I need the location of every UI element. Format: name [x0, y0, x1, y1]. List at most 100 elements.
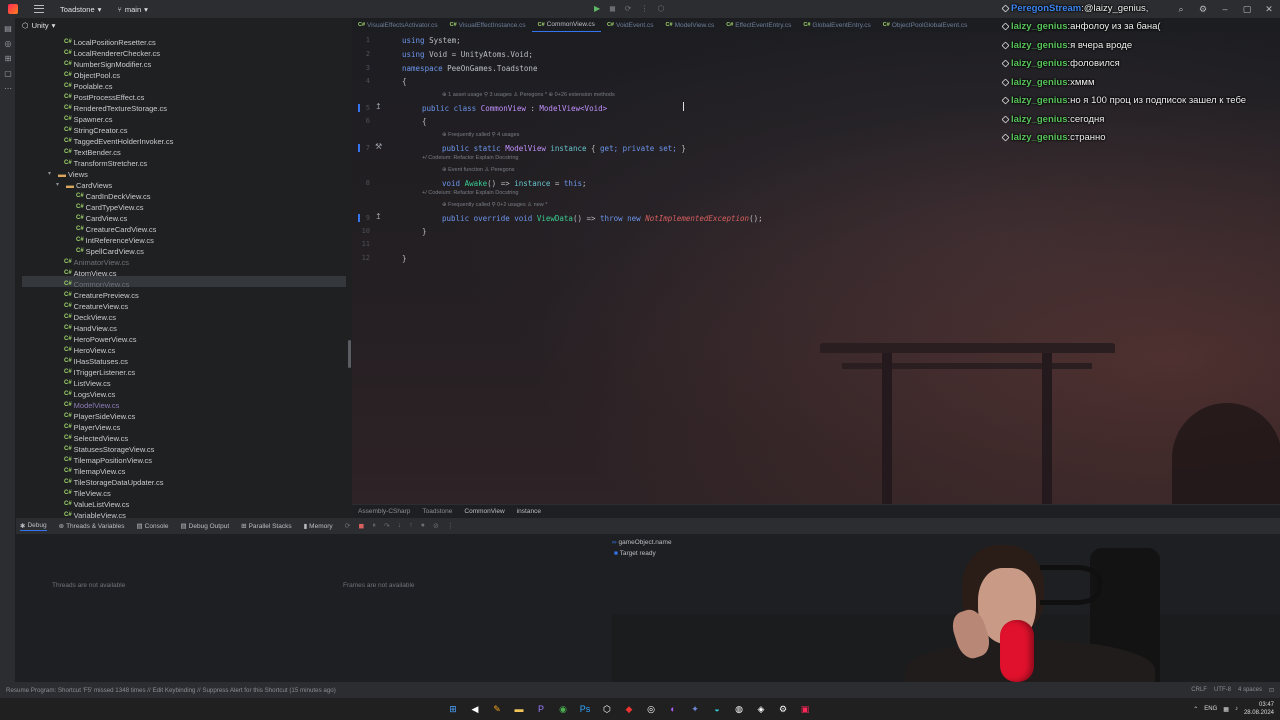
status-message[interactable]: Resume Program: Shortcut 'F5' missed 134…: [6, 687, 336, 694]
code-line-5[interactable]: public class CommonView : ModelView<Void…: [422, 104, 607, 113]
bookmarks-icon[interactable]: ▢: [0, 69, 16, 78]
tree-file[interactable]: C# TileStorageDataUpdater.cs: [64, 477, 163, 488]
more-icon[interactable]: ⋮: [447, 522, 454, 530]
tree-file[interactable]: C# ObjectPool.cs: [64, 70, 120, 81]
tree-file[interactable]: C# TaggedEventHolderInvoker.cs: [64, 136, 173, 147]
project-switcher[interactable]: Toadstone ▾: [52, 0, 109, 18]
implements-icon[interactable]: ↥: [375, 102, 382, 111]
tab-debug[interactable]: ✱ Debug: [20, 522, 47, 531]
rerun-icon[interactable]: ⟳: [345, 522, 351, 530]
tree-file[interactable]: C# PlayerView.cs: [64, 422, 120, 433]
tree-file[interactable]: C# PostProcessEffect.cs: [64, 92, 144, 103]
overrides-icon[interactable]: ↥: [375, 212, 382, 221]
tree-file[interactable]: C# ITriggerListener.cs: [64, 367, 135, 378]
app-icon[interactable]: ◆: [621, 701, 637, 717]
watch-item[interactable]: ∞ gameObject.name: [612, 539, 672, 546]
photoshop-icon[interactable]: Ps: [577, 701, 593, 717]
tree-folder[interactable]: ▾ ▬ Views: [48, 169, 88, 180]
tree-file[interactable]: C# TilemapView.cs: [64, 466, 125, 477]
tree-file[interactable]: C# PlayerSideView.cs: [64, 411, 135, 422]
commit-icon[interactable]: ◎: [0, 39, 16, 48]
app-icon[interactable]: ◈: [753, 701, 769, 717]
code-line-1[interactable]: using System;: [402, 36, 461, 45]
stop-icon[interactable]: ◼: [359, 522, 365, 530]
step-over-icon[interactable]: ↷: [384, 522, 390, 530]
editor-tab[interactable]: C# ObjectPoolGlobalEvent.cs: [877, 18, 974, 32]
tree-file[interactable]: C# StringCreator.cs: [64, 125, 127, 136]
branch-switcher[interactable]: ⑂ main ▾: [109, 0, 156, 18]
app-icon[interactable]: ◐: [665, 701, 681, 717]
tree-file[interactable]: C# ModelView.cs: [64, 400, 119, 411]
tab-console[interactable]: ▤ Console: [136, 522, 168, 531]
windows-start-icon[interactable]: ⊞: [445, 701, 461, 717]
tab-debug-output[interactable]: ▤ Debug Output: [181, 522, 230, 531]
tree-file[interactable]: C# SelectedView.cs: [64, 433, 128, 444]
clock[interactable]: 03:47 28.08.2024: [1244, 701, 1274, 717]
breadcrumb-namespace[interactable]: Toadstone: [416, 508, 458, 515]
tree-file[interactable]: C# SpellCardView.cs: [76, 246, 144, 257]
tree-file[interactable]: C# LocalPositionResetter.cs: [64, 37, 156, 48]
editor-tab[interactable]: C# ModelView.cs: [660, 18, 721, 32]
tree-file[interactable]: C# CreatureCardView.cs: [76, 224, 156, 235]
editor-tab[interactable]: C# EffectEventEntry.cs: [720, 18, 797, 32]
tree-file[interactable]: C# VariableView.cs: [64, 510, 126, 518]
tree-file[interactable]: C# CreaturePreview.cs: [64, 290, 139, 301]
file-explorer-icon[interactable]: ▬: [511, 701, 527, 717]
codeium-hint[interactable]: +/ Codeium: Refactor Explain Docstring: [422, 155, 518, 161]
tray-chevron-icon[interactable]: ⌃: [1193, 706, 1198, 713]
code-line-6[interactable]: {: [422, 117, 427, 126]
edge-icon[interactable]: ◒: [709, 701, 725, 717]
code-line-3[interactable]: namespace PeeOnGames.Toadstone: [402, 64, 537, 73]
discord-icon[interactable]: ✦: [687, 701, 703, 717]
tree-file[interactable]: C# CardView.cs: [76, 213, 127, 224]
code-line-12[interactable]: }: [402, 254, 407, 263]
editor-tab[interactable]: C# VisualEffectInstance.cs: [444, 18, 532, 32]
code-line-10[interactable]: }: [422, 227, 427, 236]
tree-file[interactable]: C# TransformStretcher.cs: [64, 158, 147, 169]
tree-file[interactable]: C# TilemapPositionView.cs: [64, 455, 152, 466]
code-line-7[interactable]: public static ModelView instance { get; …: [442, 144, 686, 153]
tree-folder[interactable]: ▾ ▬ CardViews: [56, 180, 112, 191]
tree-file[interactable]: C# IntReferenceView.cs: [76, 235, 154, 246]
tree-file[interactable]: C# DeckView.cs: [64, 312, 116, 323]
editor-tab[interactable]: C# CommonView.cs: [531, 18, 601, 32]
tree-file[interactable]: C# RenderedTextureStorage.cs: [64, 103, 167, 114]
tree-scrollbar[interactable]: [348, 340, 351, 368]
codeium-hint[interactable]: +/ Codeium: Refactor Explain Docstring: [422, 190, 518, 196]
unity-icon[interactable]: ⬡: [658, 4, 665, 13]
volume-icon[interactable]: ♪: [1235, 706, 1238, 712]
app-icon[interactable]: ◍: [731, 701, 747, 717]
tree-file[interactable]: C# NumberSignModifier.cs: [64, 59, 151, 70]
code-vision-hint[interactable]: ⊕ Event function ♙ Peregons: [442, 167, 515, 173]
mute-breakpoints-icon[interactable]: ⊘: [433, 522, 439, 530]
network-icon[interactable]: ▦: [1223, 706, 1229, 713]
breadcrumb-member[interactable]: instance: [511, 508, 547, 515]
tab-memory[interactable]: ▮ Memory: [304, 522, 333, 531]
tab-threads-variables[interactable]: ⊛ Threads & Variables: [59, 522, 125, 531]
tree-file[interactable]: C# HandView.cs: [64, 323, 117, 334]
tree-file[interactable]: C# HeroView.cs: [64, 345, 115, 356]
code-line-4[interactable]: {: [402, 77, 407, 86]
hammer-icon[interactable]: ⚒: [375, 142, 382, 151]
chrome-icon[interactable]: ◉: [555, 701, 571, 717]
attach-button[interactable]: ⟳: [625, 4, 632, 13]
tree-file[interactable]: C# CardTypeView.cs: [76, 202, 143, 213]
tree-file[interactable]: C# TileView.cs: [64, 488, 111, 499]
obs-icon[interactable]: ◎: [643, 701, 659, 717]
tree-file[interactable]: C# LocalRendererChecker.cs: [64, 48, 160, 59]
code-vision-hint[interactable]: ⊕ Frequently called ⚲ 0+2 usages ♙ new *: [442, 202, 547, 208]
lock-icon[interactable]: ⊡: [1269, 687, 1274, 694]
tree-file[interactable]: C# Poolable.cs: [64, 81, 112, 92]
app-icon[interactable]: ◀: [467, 701, 483, 717]
code-line-8[interactable]: void Awake() => instance = this;: [442, 179, 587, 188]
pause-icon[interactable]: ⏸: [372, 522, 376, 530]
tree-file[interactable]: C# AtomView.cs: [64, 268, 116, 279]
unity-icon[interactable]: ⬡: [599, 701, 615, 717]
app-icon[interactable]: ✎: [489, 701, 505, 717]
code-line-2[interactable]: using Void = UnityAtoms.Void;: [402, 50, 533, 59]
app-logo[interactable]: [0, 0, 26, 18]
breadcrumb-assembly[interactable]: Assembly-CSharp: [352, 508, 416, 515]
run-button[interactable]: ▶: [594, 4, 600, 13]
step-into-icon[interactable]: ↓: [398, 522, 402, 530]
tree-file[interactable]: C# HeroPowerView.cs: [64, 334, 136, 345]
